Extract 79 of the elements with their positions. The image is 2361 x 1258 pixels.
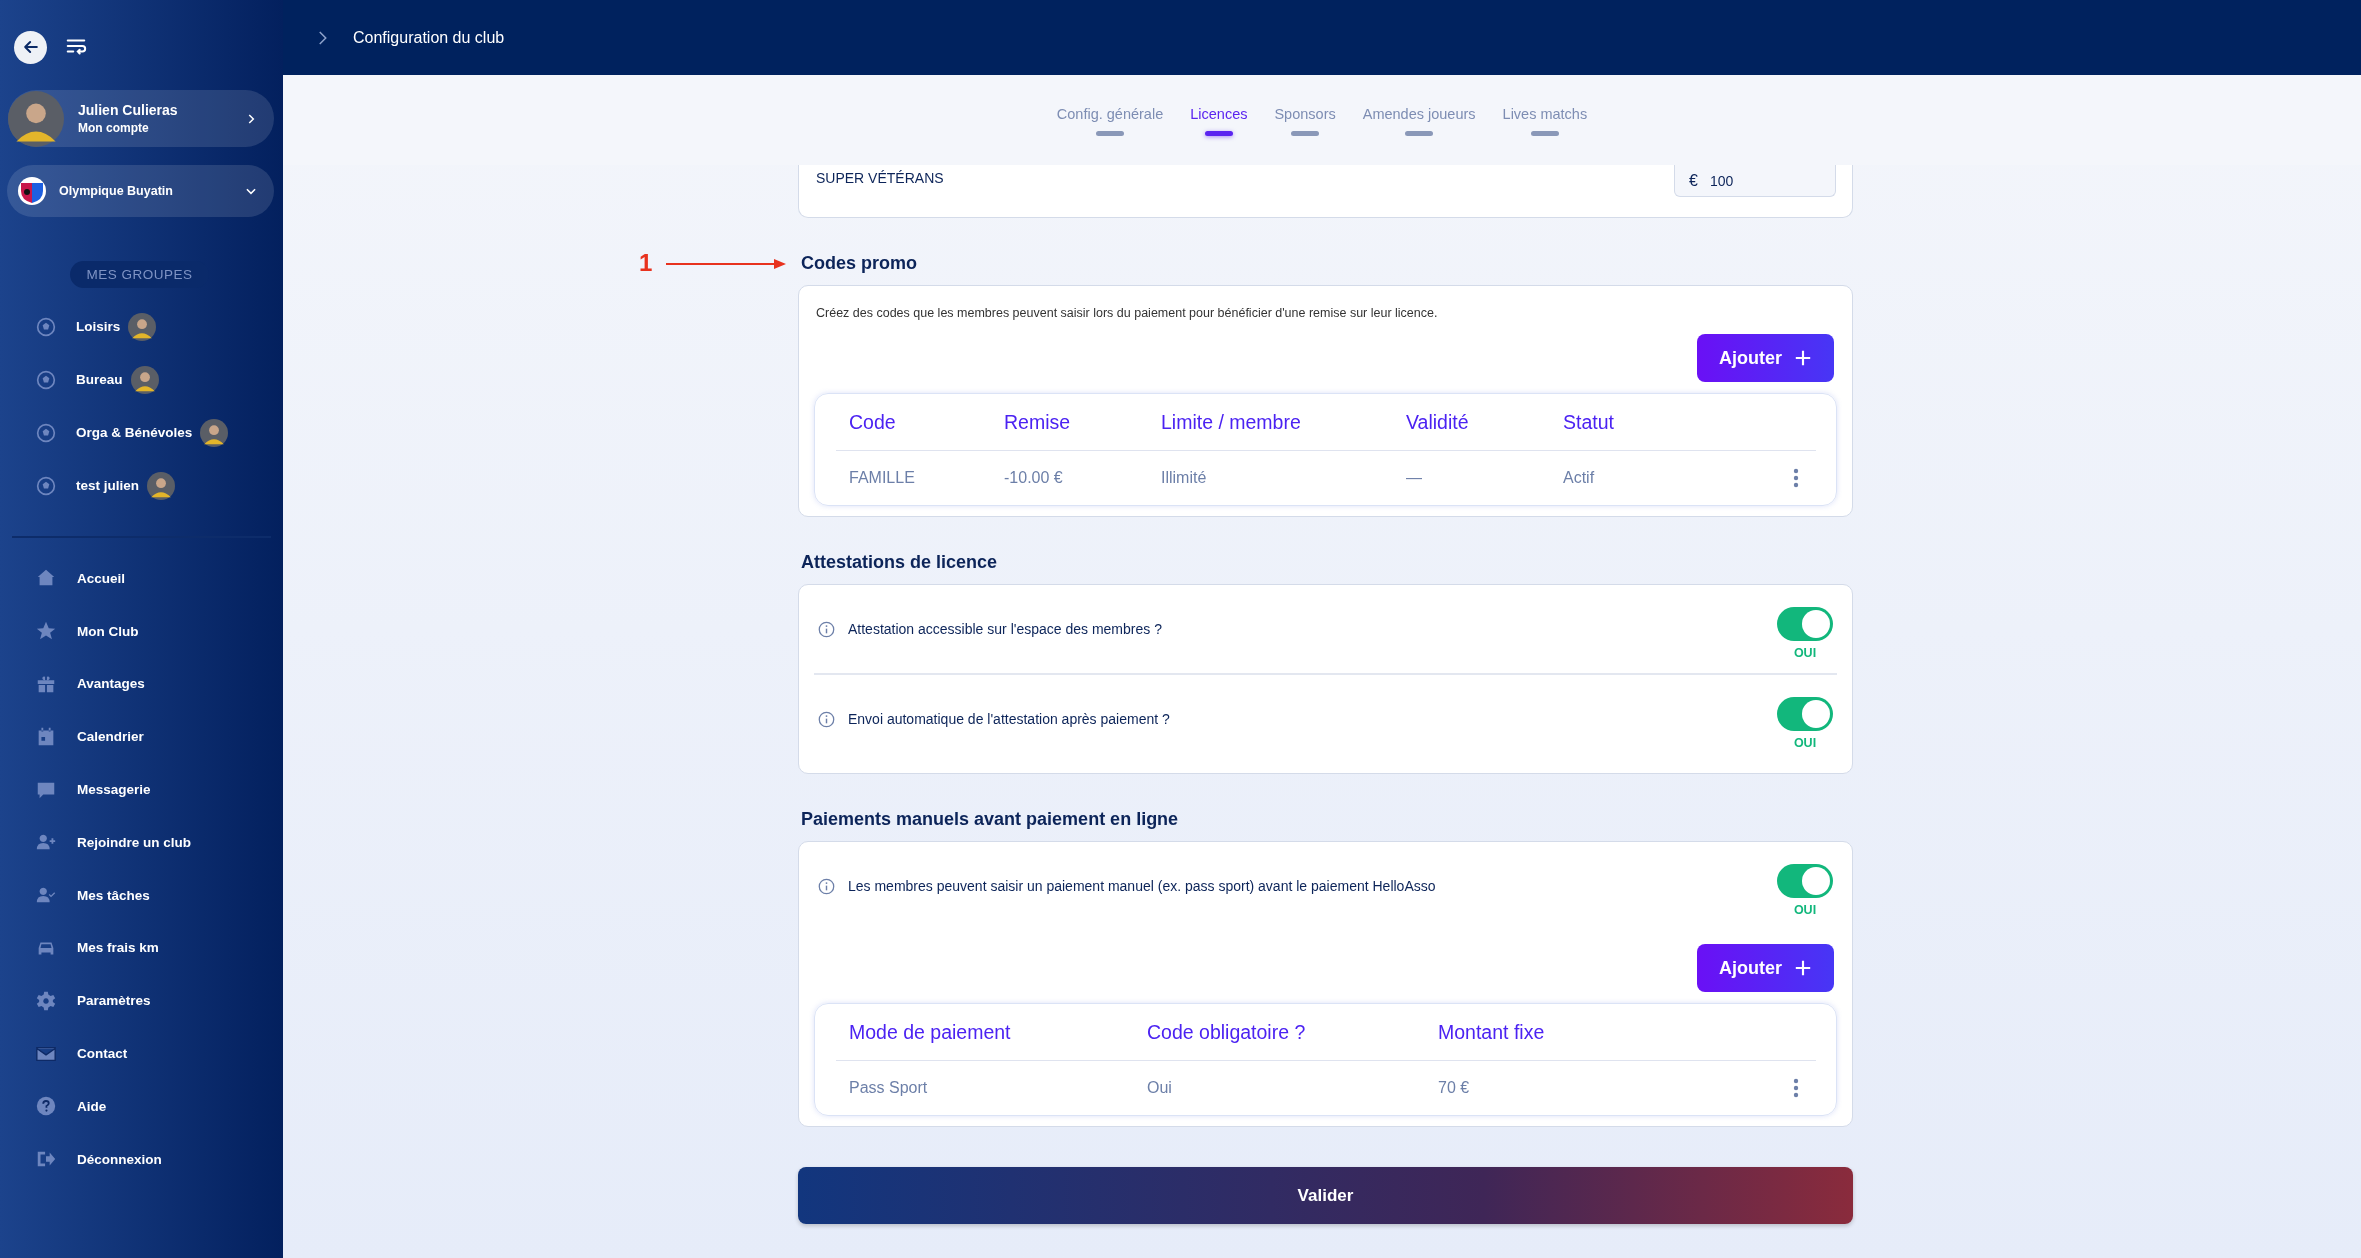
table-cell-text: — [1406, 469, 1423, 487]
column-header: Montant fixe [1438, 1020, 1546, 1044]
nav-item[interactable]: Messagerie [0, 763, 283, 816]
nav-item[interactable]: Mes tâches [0, 868, 283, 922]
nav-item[interactable]: Aide [0, 1079, 283, 1133]
section-title: Paiements manuels avant paiement en ligne [801, 809, 1180, 830]
page-title: Configuration du club [353, 28, 505, 47]
group-item[interactable]: test julien [0, 459, 283, 512]
club-logo-icon [17, 176, 47, 206]
column-header: Code [849, 410, 897, 434]
gear-icon [35, 989, 57, 1012]
add-button[interactable]: Ajouter [1697, 944, 1834, 992]
group-item[interactable]: Orga & Bénévoles [0, 406, 283, 459]
toggle-switch[interactable] [1777, 696, 1833, 731]
nav-item[interactable]: Paramètres [0, 974, 283, 1028]
table-cell-text: FAMILLE [849, 469, 916, 487]
help-icon [35, 1095, 57, 1118]
more-icon[interactable] [1793, 1078, 1799, 1098]
price-field[interactable]: € 100 [1674, 165, 1836, 197]
info-icon[interactable] [818, 710, 835, 728]
avatar-icon [8, 90, 64, 147]
table-cell-text: 70 € [1438, 1079, 1471, 1097]
toggle-state: OUI [1793, 645, 1817, 660]
setting-label: Attestation accessible sur l'espace des membres ? [848, 621, 1163, 637]
plus-icon [1794, 349, 1812, 367]
description: Créez des codes que les membres peuvent saisir lors du paiement pour bénéficier d'une remise sur leur licence. [816, 306, 1439, 320]
column-header: Mode de paiement [849, 1020, 1012, 1044]
info-icon[interactable] [818, 620, 835, 638]
account-card[interactable]: Julien Culieras Mon compte [8, 90, 274, 147]
ball-icon [36, 475, 56, 496]
avatar-icon [130, 365, 159, 394]
user-name: Julien Culieras [78, 102, 179, 118]
nav-item[interactable]: Mon Club [0, 604, 283, 658]
table-cell-text: Illimité [1161, 469, 1208, 487]
more-icon[interactable] [1793, 468, 1799, 488]
nav-item[interactable]: Rejoindre un club [0, 816, 283, 869]
ball-icon [36, 422, 56, 443]
nav-item[interactable]: Avantages [0, 657, 283, 711]
account-link[interactable]: Mon compte [78, 121, 244, 135]
back-button[interactable] [14, 30, 47, 64]
column-header: Limite / membre [1161, 410, 1302, 434]
section-title: Attestations de licence [801, 552, 999, 573]
nav-item[interactable]: Déconnexion [0, 1132, 283, 1186]
category-label: SUPER VÉTÉRANS [816, 170, 944, 186]
column-header: Code obligatoire ? [1147, 1020, 1307, 1044]
add-button[interactable]: Ajouter [1697, 334, 1834, 382]
toggle-switch[interactable] [1777, 863, 1833, 898]
column-header: Remise [1004, 410, 1072, 434]
table-cell-text: Actif [1563, 469, 1596, 487]
toggle-state: OUI [1793, 902, 1817, 917]
nav-item[interactable]: Accueil [0, 552, 283, 605]
column-header: Validité [1406, 410, 1470, 434]
nav-item[interactable]: Mes frais km [0, 921, 283, 975]
column-header: Statut [1563, 410, 1615, 434]
gift-icon [35, 673, 57, 695]
ball-icon [36, 369, 56, 390]
setting-label: Les membres peuvent saisir un paiement manuel (ex. pass sport) avant le paiement HelloAsso [848, 878, 1437, 894]
avatar-icon [200, 418, 229, 447]
table-cell-text: Pass Sport [849, 1079, 929, 1097]
submit-button[interactable]: Valider [798, 1167, 1853, 1224]
toggle-switch[interactable] [1777, 606, 1833, 641]
setting-label: Envoi automatique de l'attestation après paiement ? [848, 711, 1171, 727]
info-icon[interactable] [818, 877, 835, 895]
club-selector[interactable]: Olympique Buyatin [7, 165, 274, 217]
annotation-number: 1 [639, 249, 653, 277]
group-item[interactable]: Loisirs [0, 300, 283, 353]
nav-item[interactable]: Contact [0, 1027, 283, 1080]
avatar-icon [147, 471, 175, 500]
section-title: Codes promo [801, 253, 918, 274]
table-cell-text: Oui [1147, 1079, 1173, 1097]
tab[interactable]: Licences [1190, 106, 1248, 165]
nav-item[interactable]: Calendrier [0, 710, 283, 764]
ball-icon [36, 316, 56, 337]
table-cell-text: -10.00 € [1004, 469, 1064, 487]
plus-icon [1794, 959, 1812, 977]
club-name: Olympique Buyatin [59, 184, 174, 198]
group-item[interactable]: Bureau [0, 353, 283, 406]
avatar-icon [128, 312, 157, 341]
toggle-state: OUI [1793, 735, 1817, 750]
